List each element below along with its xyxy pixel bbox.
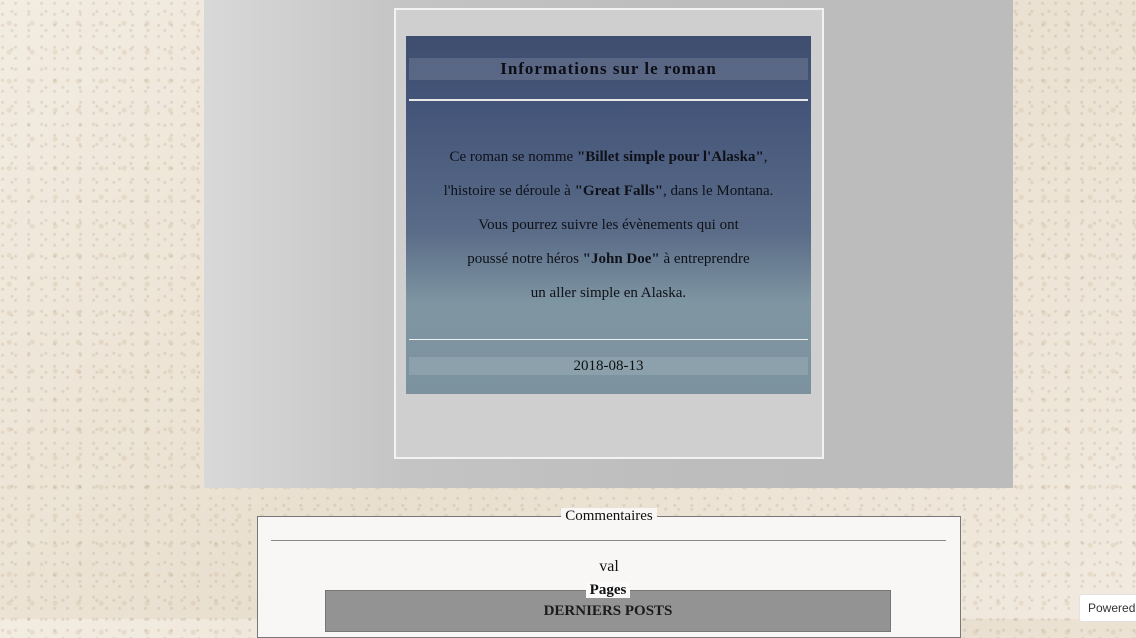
novel-description: Ce roman se nomme "Billet simple pour l'… xyxy=(406,140,811,310)
pages-box: Pages DERNIERS POSTS xyxy=(325,582,891,632)
page-background: { "novel_card": { "title": "Informations… xyxy=(0,0,1136,638)
description-line-1: Ce roman se nomme "Billet simple pour l'… xyxy=(449,149,768,165)
comments-divider xyxy=(271,540,946,541)
comments-section: Commentaires val Pages DERNIERS POSTS xyxy=(257,508,961,638)
novel-info-title: Informations sur le roman xyxy=(409,58,808,80)
description-line-3: Vous pourrez suivre les évènements qui o… xyxy=(478,217,739,233)
novel-frame: Informations sur le roman Ce roman se no… xyxy=(394,8,824,459)
date-divider xyxy=(409,339,808,340)
description-line-2: l'histoire se déroule à "Great Falls", d… xyxy=(443,183,774,199)
publish-date: 2018-08-13 xyxy=(409,357,808,375)
comment-author: val xyxy=(599,558,619,575)
description-line-4: poussé notre héros "John Doe" à entrepre… xyxy=(467,251,750,267)
novel-info-card: Informations sur le roman Ce roman se no… xyxy=(406,36,811,394)
description-line-5: un aller simple en Alaska. xyxy=(530,285,687,301)
latest-posts-heading: DERNIERS POSTS xyxy=(543,603,673,619)
powered-by-badge[interactable]: Powered xyxy=(1079,594,1136,622)
pages-legend: Pages xyxy=(326,582,890,599)
title-divider xyxy=(409,99,808,101)
main-panel: Informations sur le roman Ce roman se no… xyxy=(204,0,1013,488)
comments-legend: Commentaires xyxy=(258,508,960,525)
